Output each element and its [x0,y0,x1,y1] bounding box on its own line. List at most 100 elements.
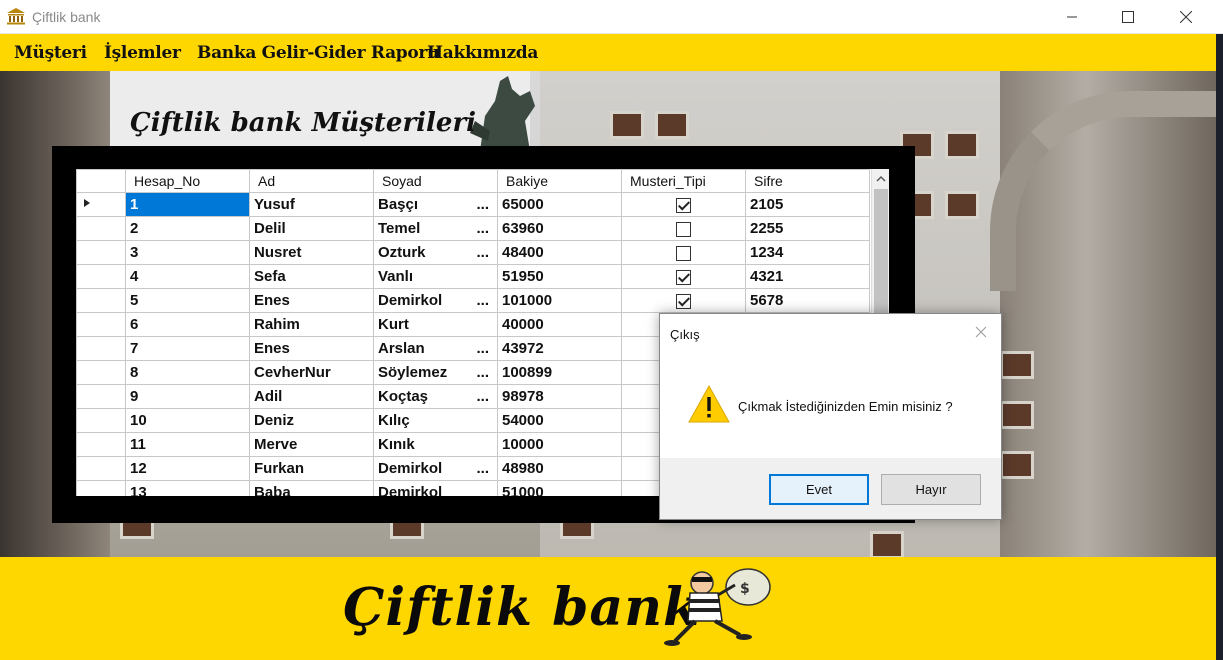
cell-sifre[interactable]: 1234 [745,240,870,265]
menu-item-gelir-gider-raporu[interactable]: Banka Gelir-Gider Raporu [197,43,439,63]
cell-ad[interactable]: Deniz [249,408,374,433]
cell-musteri-tipi[interactable] [621,192,746,217]
column-header-sifre[interactable]: Sifre [745,169,870,193]
cell-ad[interactable]: Sefa [249,264,374,289]
maximize-button[interactable] [1102,0,1154,34]
cell-hesap-no[interactable]: 5 [125,288,250,313]
cell-bakiye[interactable]: 98978 [497,384,622,409]
cell-hesap-no[interactable]: 10 [125,408,250,433]
cell-ad[interactable]: Nusret [249,240,374,265]
close-window-button[interactable] [1160,0,1212,34]
table-row[interactable]: 3 Nusret Ozturk... 48400 1234 [76,240,870,265]
cell-bakiye[interactable]: 100899 [497,360,622,385]
menu-item-musteri[interactable]: Müşteri [14,43,87,63]
menu-item-hakkimizda[interactable]: Hakkımızda [427,43,538,63]
cell-bakiye[interactable]: 63960 [497,216,622,241]
column-header-ad[interactable]: Ad [249,169,374,193]
cell-soyad[interactable]: Koçtaş... [373,384,498,409]
cell-hesap-no[interactable]: 3 [125,240,250,265]
cell-soyad[interactable]: Vanlı [373,264,498,289]
cell-bakiye[interactable]: 48980 [497,456,622,481]
cell-sifre[interactable]: 2255 [745,216,870,241]
yes-button[interactable]: Evet [769,474,869,505]
musteri-tipi-checkbox[interactable] [676,269,691,285]
cell-musteri-tipi[interactable] [621,216,746,241]
cell-soyad[interactable]: Demirkol... [373,456,498,481]
cell-hesap-no[interactable]: 7 [125,336,250,361]
row-header[interactable] [76,216,126,241]
cell-ad[interactable]: Adil [249,384,374,409]
cell-ad[interactable]: Enes [249,336,374,361]
row-header[interactable] [76,264,126,289]
cell-soyad[interactable]: Başçı... [373,192,498,217]
cell-soyad[interactable]: Temel... [373,216,498,241]
cell-musteri-tipi[interactable] [621,264,746,289]
cell-soyad[interactable]: Kurt [373,312,498,337]
cell-hesap-no[interactable]: 13 [125,480,250,496]
cell-hesap-no[interactable]: 4 [125,264,250,289]
cell-hesap-no[interactable]: 9 [125,384,250,409]
row-header[interactable] [76,432,126,457]
cell-bakiye[interactable]: 48400 [497,240,622,265]
cell-soyad[interactable]: Arslan... [373,336,498,361]
cell-soyad[interactable]: Ozturk... [373,240,498,265]
row-header[interactable] [76,288,126,313]
row-header[interactable] [76,240,126,265]
table-row[interactable]: 5 Enes Demirkol... 101000 5678 [76,288,870,313]
musteri-tipi-checkbox[interactable] [676,197,691,213]
cell-sifre[interactable]: 2105 [745,192,870,217]
cell-hesap-no[interactable]: 1 [125,192,250,217]
row-header[interactable] [76,312,126,337]
cell-soyad[interactable]: Demirkol [373,480,498,496]
cell-bakiye[interactable]: 40000 [497,312,622,337]
scroll-up-arrow-icon[interactable] [872,170,889,188]
cell-bakiye[interactable]: 54000 [497,408,622,433]
menu-item-islemler[interactable]: İşlemler [104,43,181,63]
table-row[interactable]: 1 Yusuf Başçı... 65000 2105 [76,192,870,217]
cell-hesap-no[interactable]: 12 [125,456,250,481]
row-header[interactable] [76,192,126,217]
row-header[interactable] [76,336,126,361]
cell-sifre[interactable]: 5678 [745,288,870,313]
cell-ad[interactable]: Delil [249,216,374,241]
row-header[interactable] [76,480,126,496]
cell-ad[interactable]: Enes [249,288,374,313]
cell-bakiye[interactable]: 51950 [497,264,622,289]
table-row[interactable]: 2 Delil Temel... 63960 2255 [76,216,870,241]
row-header[interactable] [76,408,126,433]
musteri-tipi-checkbox[interactable] [676,245,691,261]
cell-ad[interactable]: Merve [249,432,374,457]
musteri-tipi-checkbox[interactable] [676,293,691,309]
cell-soyad[interactable]: Söylemez... [373,360,498,385]
cell-bakiye[interactable]: 51000 [497,480,622,496]
cell-soyad[interactable]: Demirkol... [373,288,498,313]
cell-musteri-tipi[interactable] [621,240,746,265]
cell-soyad[interactable]: Kılıç [373,408,498,433]
row-header[interactable] [76,360,126,385]
cell-ad[interactable]: Furkan [249,456,374,481]
column-header-musteri-tipi[interactable]: Musteri_Tipi [621,169,746,193]
row-header[interactable] [76,456,126,481]
cell-sifre[interactable]: 4321 [745,264,870,289]
cell-hesap-no[interactable]: 8 [125,360,250,385]
cell-bakiye[interactable]: 10000 [497,432,622,457]
cell-ad[interactable]: Rahim [249,312,374,337]
cell-ad[interactable]: CevherNur [249,360,374,385]
cell-soyad[interactable]: Kınık [373,432,498,457]
column-header-soyad[interactable]: Soyad [373,169,498,193]
cell-ad[interactable]: Baba [249,480,374,496]
cell-hesap-no[interactable]: 2 [125,216,250,241]
cell-ad[interactable]: Yusuf [249,192,374,217]
table-row[interactable]: 4 Sefa Vanlı 51950 4321 [76,264,870,289]
cell-hesap-no[interactable]: 11 [125,432,250,457]
cell-musteri-tipi[interactable] [621,288,746,313]
cell-bakiye[interactable]: 65000 [497,192,622,217]
musteri-tipi-checkbox[interactable] [676,221,691,237]
row-header[interactable] [76,384,126,409]
cell-bakiye[interactable]: 101000 [497,288,622,313]
cell-hesap-no[interactable]: 6 [125,312,250,337]
cell-bakiye[interactable]: 43972 [497,336,622,361]
no-button[interactable]: Hayır [881,474,981,505]
close-icon[interactable] [971,322,991,342]
column-header-bakiye[interactable]: Bakiye [497,169,622,193]
